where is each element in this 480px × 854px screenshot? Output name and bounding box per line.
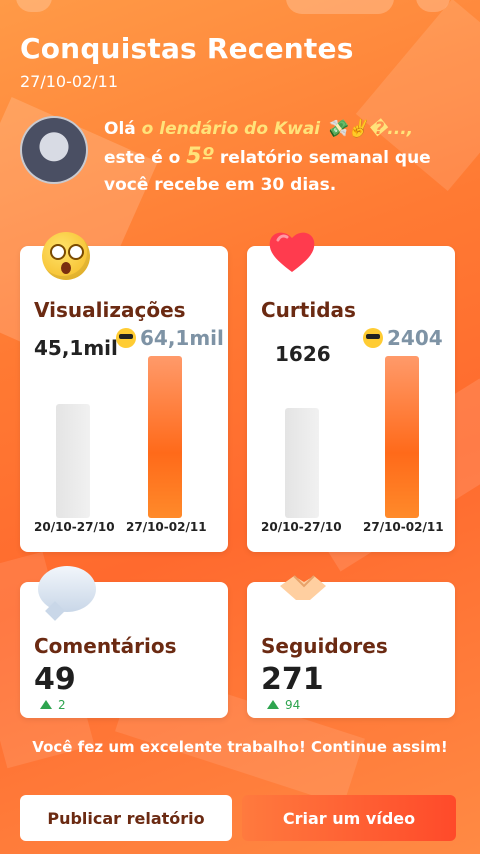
greeting-section: Olá o lendário do Kwai 💸✌️�..., este é o… (20, 116, 460, 206)
up-arrow-icon (267, 700, 279, 709)
likes-card: Curtidas 1626 2404 20/10-27/10 27/10-02/… (247, 246, 455, 552)
views-curr-bar (148, 356, 182, 518)
comments-delta: 2 (40, 698, 66, 712)
views-title: Visualizações (34, 298, 186, 322)
likes-prev-bar (285, 408, 319, 518)
date-range: 27/10-02/11 (20, 72, 118, 91)
page-title: Conquistas Recentes (20, 32, 354, 65)
comments-title: Comentários (34, 634, 177, 658)
cool-sunglasses-icon (363, 328, 383, 348)
likes-title: Curtidas (261, 298, 356, 322)
speech-bubble-icon (38, 566, 96, 612)
views-curr-period: 27/10-02/11 (126, 520, 207, 534)
likes-curr-period: 27/10-02/11 (363, 520, 444, 534)
encouragement-message: Você fez um excelente trabalho! Continue… (32, 738, 448, 756)
greeting-text: Olá o lendário do Kwai 💸✌️�..., este é o… (104, 119, 431, 195)
views-curr-value: 64,1mil (116, 326, 224, 350)
comments-value: 49 (34, 662, 76, 697)
create-video-button[interactable]: Criar um vídeo (242, 795, 456, 841)
followers-title: Seguidores (261, 634, 388, 658)
likes-prev-period: 20/10-27/10 (261, 520, 342, 534)
report-number: 5º (186, 144, 214, 169)
username: o lendário do Kwai 💸✌️�..., (141, 119, 414, 139)
cool-sunglasses-icon (116, 328, 136, 348)
surprised-face-icon (42, 232, 90, 280)
views-card: Visualizações 45,1mil 64,1mil 20/10-27/1… (20, 246, 228, 552)
followers-value: 271 (261, 662, 324, 697)
back-button[interactable] (16, 0, 52, 12)
views-prev-period: 20/10-27/10 (34, 520, 115, 534)
views-prev-value: 45,1mil (34, 336, 118, 360)
publish-report-button[interactable]: Publicar relatório (20, 795, 232, 841)
handshake-icon (278, 570, 328, 604)
avatar[interactable] (20, 116, 88, 184)
share-pill-button[interactable] (286, 0, 394, 14)
likes-prev-value: 1626 (275, 342, 331, 366)
likes-curr-bar (385, 356, 419, 518)
heart-icon (266, 226, 318, 278)
likes-curr-value: 2404 (363, 326, 443, 350)
up-arrow-icon (40, 700, 52, 709)
views-prev-bar (56, 404, 90, 518)
followers-delta: 94 (267, 698, 300, 712)
